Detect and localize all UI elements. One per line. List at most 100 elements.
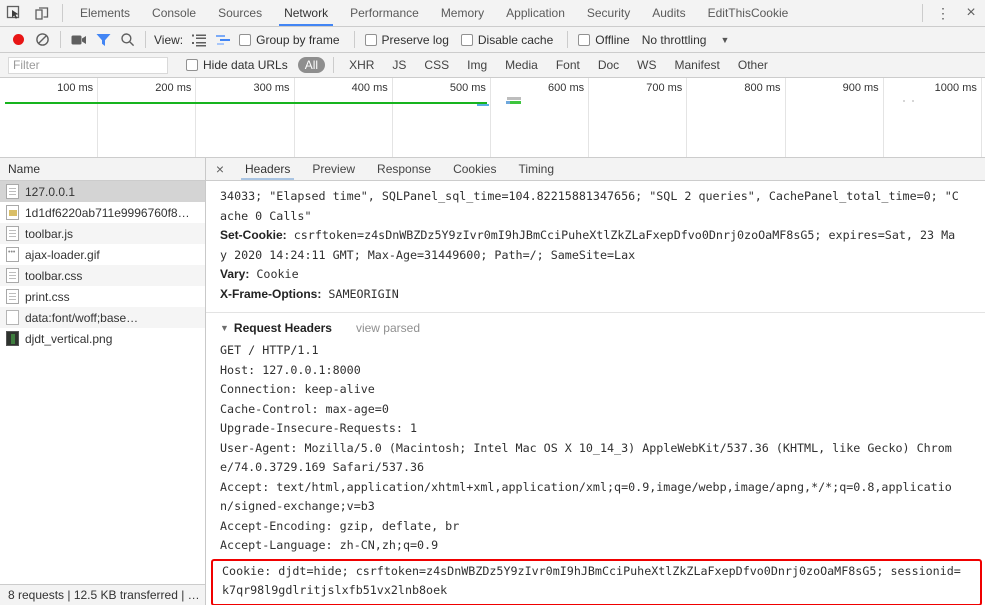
tab-console[interactable]: Console <box>141 0 207 26</box>
stylesheet-icon <box>6 268 19 283</box>
header-line: Set-Cookie: csrftoken=z4sDnWBZDz5Y9zIvr0… <box>220 228 956 242</box>
inspect-element-icon[interactable] <box>0 0 28 26</box>
timeline-tick: 300 ms <box>196 78 295 157</box>
divider <box>922 4 923 22</box>
file-row[interactable]: 1d1df6220ab711e9996760f8… <box>0 202 205 223</box>
search-icon[interactable] <box>115 29 139 51</box>
name-column-header[interactable]: Name <box>0 158 205 181</box>
hide-data-urls-checkbox[interactable] <box>186 59 198 71</box>
raw-header-line: User-Agent: Mozilla/5.0 (Macintosh; Inte… <box>220 440 952 455</box>
detail-tabbar: × Headers Preview Response Cookies Timin… <box>206 158 985 181</box>
tab-response[interactable]: Response <box>366 158 442 180</box>
network-toolbar: View: Group by frame Preserve log Disabl… <box>0 27 985 53</box>
cookie-header-line: Cookie: djdt=hide; csrftoken=z4sDnWBZDz5… <box>222 563 961 578</box>
group-by-frame-label[interactable]: Group by frame <box>256 33 339 47</box>
raw-header-line: Connection: keep-alive <box>220 382 375 396</box>
chevron-down-icon: ▼ <box>720 34 730 45</box>
overview-dcl-mark <box>477 104 489 106</box>
request-headers-section: ▼ Request Headers view parsed GET / HTTP… <box>206 313 985 605</box>
file-name: djdt_vertical.png <box>25 331 113 346</box>
filter-type-all[interactable]: All <box>297 57 326 73</box>
tab-sources[interactable]: Sources <box>207 0 273 26</box>
devtools-tabbar: Elements Console Sources Network Perform… <box>0 0 985 27</box>
close-icon[interactable]: × <box>957 0 985 26</box>
filter-type-xhr[interactable]: XHR <box>342 57 381 73</box>
disable-cache-checkbox[interactable] <box>460 33 473 46</box>
offline-label[interactable]: Offline <box>595 33 629 47</box>
tab-network[interactable]: Network <box>273 0 339 26</box>
raw-header-line: Upgrade-Insecure-Requests: 1 <box>220 421 418 435</box>
script-icon <box>6 226 19 241</box>
tab-memory[interactable]: Memory <box>430 0 495 26</box>
file-row[interactable]: ajax-loader.gif <box>0 244 205 265</box>
header-line: Vary: Cookie <box>220 267 299 281</box>
divider <box>145 31 146 48</box>
gif-image-icon <box>6 247 19 262</box>
throttling-select[interactable]: No throttling ▼ <box>642 33 730 47</box>
tab-timing[interactable]: Timing <box>507 158 565 180</box>
filter-type-img[interactable]: Img <box>460 57 494 73</box>
file-row[interactable]: print.css <box>0 286 205 307</box>
file-row[interactable]: data:font/woff;base… <box>0 307 205 328</box>
filter-type-css[interactable]: CSS <box>417 57 456 73</box>
tab-elements[interactable]: Elements <box>69 0 141 26</box>
tab-performance[interactable]: Performance <box>339 0 430 26</box>
filter-type-media[interactable]: Media <box>498 57 545 73</box>
device-toolbar-icon[interactable] <box>28 0 56 26</box>
filter-input[interactable] <box>8 56 168 74</box>
overview-load-line <box>5 102 487 104</box>
file-row[interactable]: toolbar.js <box>0 223 205 244</box>
filter-funnel-icon[interactable] <box>91 29 115 51</box>
header-line: y 2020 14:24:11 GMT; Max-Age=31449600; P… <box>220 247 636 262</box>
overview-dot <box>912 100 914 102</box>
tab-preview[interactable]: Preview <box>301 158 366 180</box>
file-row[interactable]: toolbar.css <box>0 265 205 286</box>
file-name: toolbar.css <box>25 268 83 283</box>
filter-type-ws[interactable]: WS <box>630 57 663 73</box>
status-bar: 8 requests | 12.5 KB transferred | … <box>0 584 205 605</box>
waterfall-overview-icon[interactable] <box>211 29 235 51</box>
header-line: 34033; "Elapsed time", SQLPanel_sql_time… <box>220 189 959 203</box>
network-overview[interactable]: 100 ms 200 ms 300 ms 400 ms 500 ms 600 m… <box>0 78 985 158</box>
file-row[interactable]: djdt_vertical.png <box>0 328 205 349</box>
tab-cookies[interactable]: Cookies <box>442 158 507 180</box>
filter-type-other[interactable]: Other <box>731 57 775 73</box>
tab-audits[interactable]: Audits <box>641 0 696 26</box>
view-parsed-link[interactable]: view parsed <box>356 321 420 335</box>
close-detail-icon[interactable]: × <box>206 158 234 180</box>
kebab-menu-icon[interactable]: ⋮ <box>929 0 957 26</box>
tab-application[interactable]: Application <box>495 0 576 26</box>
file-row[interactable]: 127.0.0.1 <box>0 181 205 202</box>
clear-icon[interactable] <box>30 29 54 51</box>
raw-header-line: GET / HTTP/1.1 <box>220 343 319 357</box>
record-button[interactable] <box>6 29 30 51</box>
timeline-tick: 200 ms <box>98 78 197 157</box>
cookie-highlight-box: Cookie: djdt=hide; csrftoken=z4sDnWBZDz5… <box>211 558 982 605</box>
timeline-tick: 600 ms <box>491 78 590 157</box>
screenshot-camera-icon[interactable] <box>67 29 91 51</box>
file-name: toolbar.js <box>25 226 74 241</box>
tab-headers[interactable]: Headers <box>234 158 301 180</box>
preserve-log-checkbox[interactable] <box>364 33 377 46</box>
timeline-tick: 700 ms <box>589 78 688 157</box>
hide-data-urls-label[interactable]: Hide data URLs <box>203 58 288 72</box>
header-line: X-Frame-Options: SAMEORIGIN <box>220 286 399 301</box>
disclosure-triangle-icon[interactable]: ▼ <box>220 323 229 333</box>
filter-type-js[interactable]: JS <box>385 57 413 73</box>
png-image-icon <box>6 331 19 346</box>
preserve-log-label[interactable]: Preserve log <box>382 33 449 47</box>
group-by-frame-checkbox[interactable] <box>239 33 252 46</box>
filter-type-manifest[interactable]: Manifest <box>668 57 727 73</box>
divider <box>567 31 569 48</box>
timeline-tick: 800 ms <box>687 78 786 157</box>
tab-security[interactable]: Security <box>576 0 641 26</box>
raw-header-line: e/74.0.3729.169 Safari/537.36 <box>220 460 425 474</box>
tab-editthiscookie[interactable]: EditThisCookie <box>697 0 800 26</box>
large-request-rows-icon[interactable] <box>187 29 211 51</box>
disable-cache-label[interactable]: Disable cache <box>478 33 553 47</box>
offline-checkbox[interactable] <box>578 33 591 46</box>
filter-type-font[interactable]: Font <box>549 57 587 73</box>
request-list-sidebar: Name 127.0.0.1 1d1df6220ab711e9996760f8…… <box>0 158 206 605</box>
file-name: data:font/woff;base… <box>25 310 139 325</box>
filter-type-doc[interactable]: Doc <box>591 57 626 73</box>
